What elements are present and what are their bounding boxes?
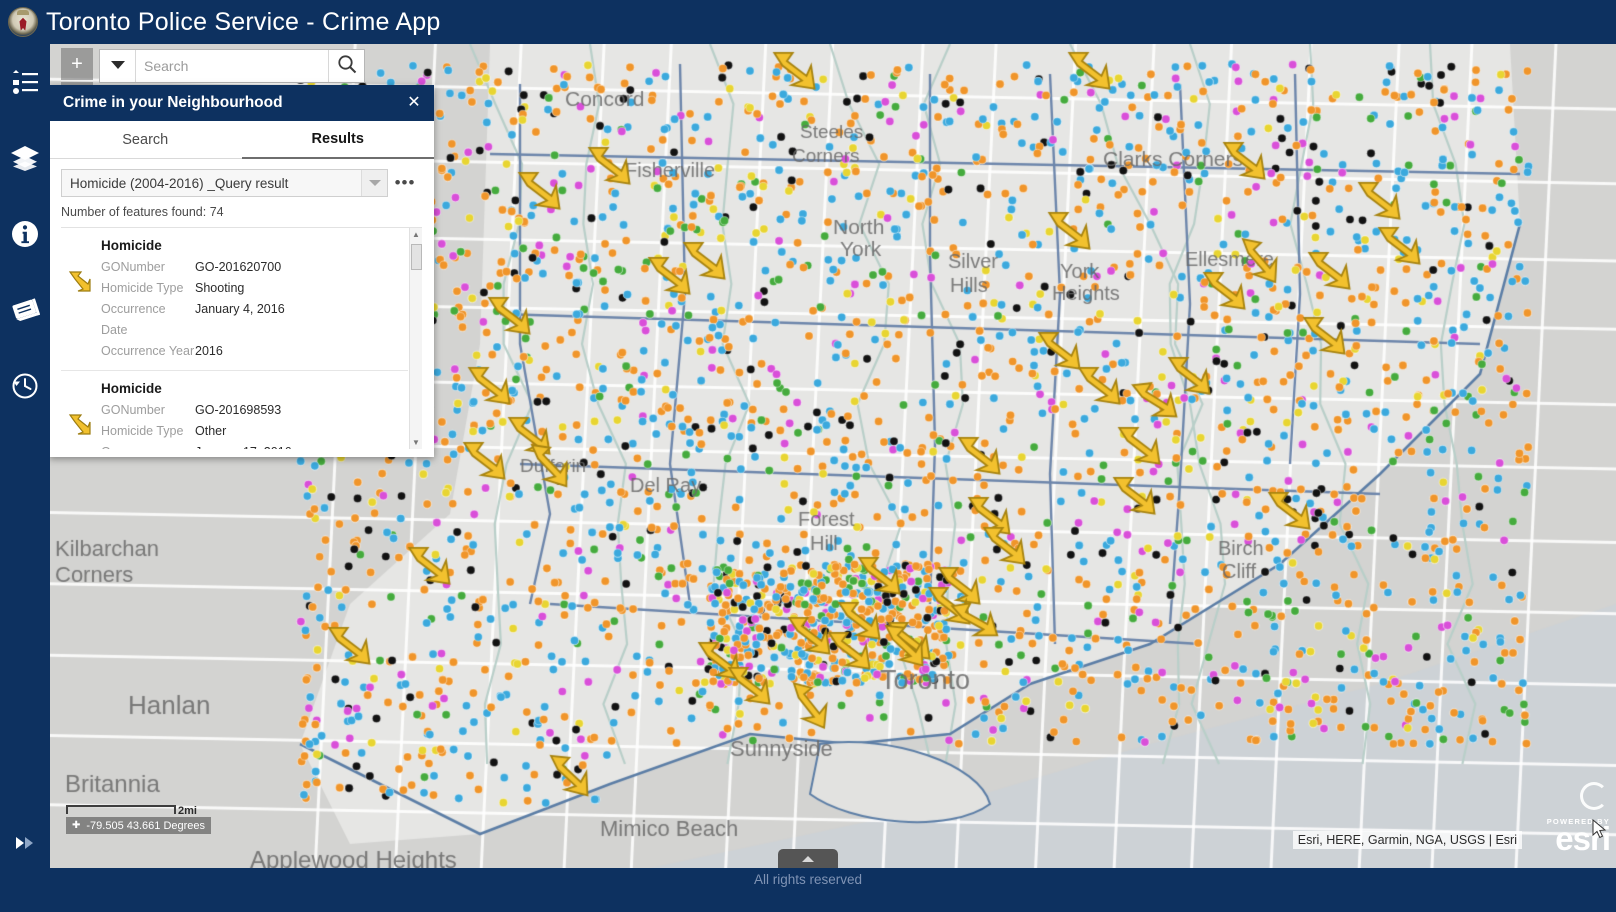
- yellow-arrow-icon: [67, 268, 93, 299]
- yellow-arrow-icon: [67, 411, 93, 442]
- tps-crest-icon: [8, 7, 38, 37]
- result-field-key: Occurrence Date: [101, 442, 195, 449]
- result-item[interactable]: Homicide GONumber GO-201620700 Homicide Typ…: [61, 228, 408, 371]
- magnifier-icon: [337, 54, 357, 79]
- layer-select-row: Homicide (2004-2016) _Query result •••: [61, 169, 422, 197]
- map-attribution[interactable]: Esri, HERE, Garmin, NGA, USGS | Esri: [1292, 831, 1522, 849]
- features-found-label: Number of features found: 74: [61, 205, 224, 219]
- panel-header: Crime in your Neighbourhood ✕: [49, 85, 434, 121]
- search-source-dropdown[interactable]: [100, 50, 136, 82]
- results-list[interactable]: Homicide GONumber GO-201620700 Homicide Typ…: [61, 227, 422, 449]
- tab-results[interactable]: Results: [241, 121, 434, 159]
- result-field-row: Occurrence DateJanuary 17, 2016: [101, 442, 408, 449]
- loading-spinner-icon: [1580, 782, 1608, 810]
- result-field-key: Occurrence Date: [101, 302, 166, 337]
- book-icon: [10, 297, 40, 323]
- result-field-key: Occurrence Year: [101, 344, 195, 358]
- panel-tabs: Search Results: [49, 121, 434, 159]
- result-field-value: GO-201698593: [195, 403, 282, 417]
- sidebar-expand-button[interactable]: [0, 828, 50, 862]
- page-title: Toronto Police Service - Crime App: [46, 7, 441, 36]
- search-input[interactable]: [136, 50, 328, 82]
- result-field-value: Shooting: [195, 281, 245, 295]
- result-options-button[interactable]: •••: [388, 173, 422, 193]
- caret-down-icon: [110, 57, 126, 75]
- coordinate-value: -79.505 43.661 Degrees: [86, 819, 206, 832]
- results-scrollbar[interactable]: ▲ ▼: [409, 228, 422, 449]
- scroll-down-button[interactable]: ▼: [410, 436, 422, 449]
- result-item-title: Homicide: [101, 238, 162, 253]
- app-footer: All rights reserved: [0, 868, 1616, 912]
- result-field-value: Other: [195, 424, 227, 438]
- result-field-value: 2016: [195, 344, 223, 358]
- list-legend-icon: [11, 70, 39, 94]
- sidebar-item-about[interactable]: [0, 196, 50, 272]
- chevron-down-icon[interactable]: [361, 170, 387, 196]
- footer-text: All rights reserved: [753, 872, 863, 887]
- scale-bar-line: [66, 805, 176, 814]
- result-field-key: Homicide Type: [101, 424, 184, 438]
- sidebar: [0, 44, 50, 868]
- result-item-title: Homicide: [101, 381, 162, 396]
- result-field-row: Occurrence Date January 4, 2016: [101, 299, 408, 341]
- layers-icon: [10, 145, 40, 171]
- clock-history-icon: [11, 372, 39, 400]
- chevron-double-right-icon: [14, 836, 36, 855]
- result-field-row: GONumber GO-201620700: [101, 257, 408, 278]
- panel-body: Homicide (2004-2016) _Query result ••• N…: [49, 159, 434, 457]
- query-result-select-value: Homicide (2004-2016) _Query result: [70, 175, 289, 191]
- result-field-value: January 4, 2016: [195, 302, 285, 316]
- result-field-row: Occurrence Year 2016: [101, 341, 408, 362]
- search-widget: [99, 49, 365, 83]
- result-field-key: Homicide Type: [101, 281, 184, 295]
- result-field-key: GONumber: [101, 260, 165, 274]
- result-field-row: Homicide Type Shooting: [101, 278, 408, 299]
- scale-bar: 2mi: [66, 805, 197, 817]
- result-field-key: GONumber: [101, 403, 165, 417]
- tab-search[interactable]: Search: [49, 121, 242, 159]
- result-field-value: GO-201620700: [195, 260, 282, 274]
- panel-title: Crime in your Neighbourhood: [63, 94, 283, 111]
- scale-bar-label: 2mi: [178, 805, 197, 817]
- crime-results-panel: Crime in your Neighbourhood ✕ Search Res…: [49, 85, 434, 457]
- search-submit-button[interactable]: [328, 50, 364, 82]
- app-header: Toronto Police Service - Crime App: [0, 0, 1616, 44]
- sidebar-item-time[interactable]: [0, 348, 50, 424]
- query-result-select[interactable]: Homicide (2004-2016) _Query result: [61, 169, 388, 197]
- result-field-value: January 17, 2016: [195, 442, 292, 449]
- coordinate-readout[interactable]: ✚ -79.505 43.661 Degrees: [66, 817, 212, 834]
- triangle-up-icon: [801, 850, 815, 868]
- sidebar-item-layers[interactable]: [0, 120, 50, 196]
- footer-toggle-button[interactable]: [778, 849, 838, 868]
- mouse-cursor-icon: [1592, 818, 1608, 844]
- crime-app-window: Toronto Police Service - Crime App + Sea…: [0, 0, 1616, 912]
- zoom-in-button[interactable]: +: [61, 48, 93, 80]
- close-icon[interactable]: ✕: [404, 95, 424, 111]
- result-field-row: GONumber GO-201698593: [101, 400, 408, 421]
- info-circle-icon: [11, 220, 39, 248]
- scrollbar-thumb[interactable]: [411, 244, 422, 270]
- sidebar-item-basemap[interactable]: [0, 272, 50, 348]
- crosshair-icon: ✚: [72, 820, 81, 831]
- result-field-row: Homicide Type Other: [101, 421, 408, 442]
- sidebar-item-legend[interactable]: [0, 44, 50, 120]
- scroll-up-button[interactable]: ▲: [410, 228, 422, 241]
- result-item[interactable]: Homicide GONumber GO-201698593 Homicide Typ…: [61, 371, 408, 449]
